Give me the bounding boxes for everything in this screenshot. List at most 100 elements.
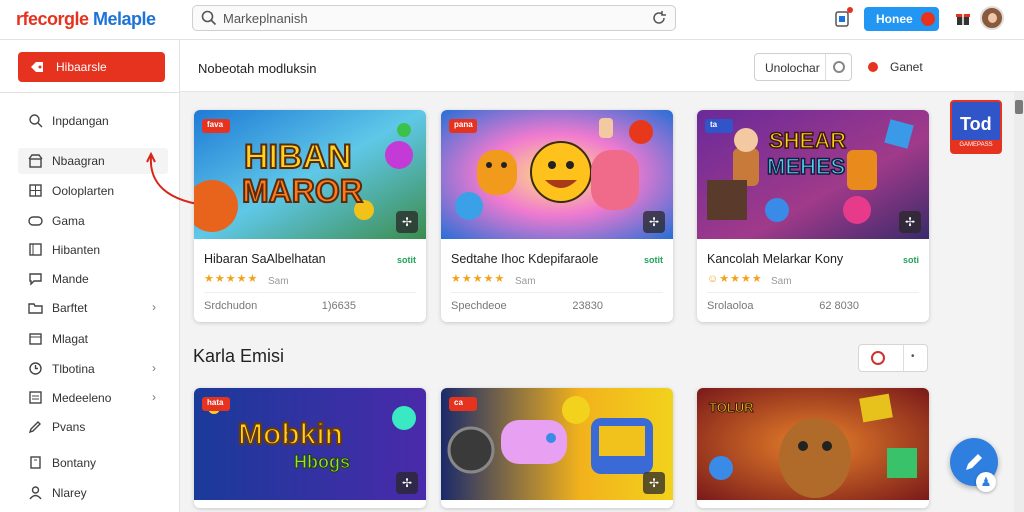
user-avatar[interactable] (980, 6, 1004, 30)
rating-text: Sam (515, 276, 536, 287)
game-card[interactable]: pana ✢ Sedtahe Ihoc Kdepifaraole sotit ★… (441, 110, 673, 322)
chevron-right-icon[interactable]: › (152, 390, 156, 404)
card-badge: soti (902, 255, 919, 265)
search-icon (201, 10, 217, 26)
refresh-icon[interactable] (871, 351, 885, 365)
search-input[interactable]: Markeplnanish (223, 11, 308, 26)
rating-stars: ★★★★★ (451, 273, 506, 285)
promo-tile[interactable]: Tod GAMEPASS (950, 100, 1002, 154)
card-art-title-top: SHEAR (769, 128, 846, 153)
home-button-label: Honee (876, 12, 913, 26)
sidebar-item-label: Pvans (52, 420, 86, 434)
rating-stars: ☺★★★★ (707, 273, 763, 285)
pencil-icon (966, 454, 982, 470)
game-card[interactable]: ca ✢ (441, 388, 673, 508)
game-card[interactable]: TOLUR (697, 388, 929, 508)
share-icon[interactable]: ✢ (643, 211, 665, 233)
sidebar-item-label: Nlarey (52, 486, 87, 500)
folder-icon (28, 303, 43, 314)
scrollbar-track[interactable] (1014, 92, 1024, 512)
card-badge: sotit (644, 255, 663, 265)
sidebar-item-tlbotina[interactable]: Tlbotina › (18, 356, 168, 382)
sidebar-item-pvans[interactable]: Pvans (18, 414, 168, 440)
status-label[interactable]: Ganet (890, 60, 923, 74)
card-art-title-bottom: MEHES (767, 154, 845, 179)
calendar-icon (29, 333, 42, 345)
sidebar-item-barftet[interactable]: Barftet › (18, 295, 168, 321)
card-art-title-top: TOLUR (709, 400, 754, 415)
card-meta-left: Srdchudon (204, 300, 258, 312)
notification-icon[interactable] (834, 7, 853, 28)
divider (0, 92, 180, 93)
grid-icon (29, 184, 42, 197)
primary-action-button[interactable]: Hibaarsle (18, 52, 165, 82)
game-card-art: TOLUR (697, 388, 929, 500)
sidebar-item-nlarey[interactable]: Nlarey (18, 480, 168, 506)
sidebar: Hibaarsle Inpdangan Nbaagran Ooloplarten Ga… (0, 40, 180, 512)
sidebar-item-inpdangan[interactable]: Inpdangan (18, 108, 168, 134)
share-icon[interactable]: ✢ (643, 472, 665, 494)
share-icon[interactable]: ✢ (396, 211, 418, 233)
list-icon (29, 391, 42, 404)
chevron-down-icon[interactable]: • (911, 351, 915, 362)
search-bar[interactable]: Markeplnanish (192, 5, 676, 31)
sidebar-item-label: Medeeleno (52, 391, 112, 405)
sidebar-item-label: Nbaagran (52, 154, 105, 168)
person-icon (29, 486, 42, 500)
card-art-title-top: HIBAN (244, 138, 352, 176)
chevron-right-icon[interactable]: › (152, 361, 156, 375)
gift-icon[interactable] (956, 10, 970, 26)
user-add-icon[interactable]: ♟ (976, 472, 996, 492)
share-icon[interactable]: ✢ (899, 211, 921, 233)
sidebar-item-label: Hibanten (52, 243, 101, 257)
controller-icon (28, 216, 43, 226)
card-title: Hibaran SaAlbelhatan (204, 252, 326, 266)
filter-select[interactable]: Unolochar (754, 53, 852, 81)
rating-stars: ★★★★★ (204, 273, 259, 285)
sidebar-item-mlagat[interactable]: Mlagat (18, 326, 168, 352)
sale-tag-icon (31, 62, 43, 72)
card-art-title-top: Mobkin (238, 418, 343, 451)
refresh-icon[interactable] (651, 10, 667, 26)
filter-select-label: Unolochar (765, 61, 820, 75)
sidebar-item-label: Bontany (52, 456, 97, 470)
card-badge: sotit (397, 255, 416, 265)
home-badge (921, 12, 935, 26)
sidebar-item-label: Ooloplarten (52, 184, 115, 198)
sidebar-item-label: Gama (52, 214, 85, 228)
content-header: Nobeotah modluksin Unolochar Ganet (180, 40, 1024, 92)
sidebar-item-medeeleno[interactable]: Medeeleno › (18, 385, 168, 411)
card-art-title-bottom: Hbogs (294, 452, 350, 472)
game-card[interactable]: HIBAN MAROR fava ✢ Hibaran SaAlbelhatan … (194, 110, 426, 322)
card-title: Kancolah Melarkar Kony (707, 252, 844, 266)
section-controls[interactable]: • (858, 344, 928, 372)
card-title: Sedtahe Ihoc Kdepifaraole (451, 252, 599, 266)
notification-dot (847, 7, 853, 13)
sidebar-item-label: Mlagat (52, 332, 89, 346)
card-meta-left: Srolaoloa (707, 300, 754, 312)
share-icon[interactable]: ✢ (396, 472, 418, 494)
rating-text: Sam (771, 276, 792, 287)
card-meta-right: 62 8030 (819, 300, 859, 312)
store-icon (28, 154, 43, 168)
game-card[interactable]: SHEAR MEHES ta ✢ Kancolah Melarkar Kony … (697, 110, 929, 322)
card-art-title-bottom: MAROR (242, 173, 363, 209)
primary-action-label: Hibaarsle (56, 60, 107, 74)
film-icon (29, 243, 42, 256)
app-logo[interactable]: rfecorgle Melaple (16, 9, 156, 30)
home-button[interactable]: Honee (864, 7, 939, 31)
rating-text: Sam (268, 276, 289, 287)
sidebar-item-bontany[interactable]: Bontany (18, 450, 168, 476)
divider (707, 292, 919, 293)
sidebar-item-mande[interactable]: Mande (18, 266, 168, 292)
edit-icon (28, 421, 41, 434)
search-icon (29, 114, 43, 128)
chevron-right-icon[interactable]: › (152, 300, 156, 314)
card-tag: fava (202, 119, 230, 133)
scrollbar-thumb[interactable] (1015, 100, 1023, 114)
game-card[interactable]: Mobkin Hbogs hata ✢ (194, 388, 426, 508)
sidebar-item-label: Tlbotina (52, 362, 95, 376)
sidebar-item-hibanten[interactable]: Hibanten (18, 237, 168, 263)
building-icon (30, 456, 41, 469)
filter-toggle-icon[interactable] (825, 54, 851, 80)
